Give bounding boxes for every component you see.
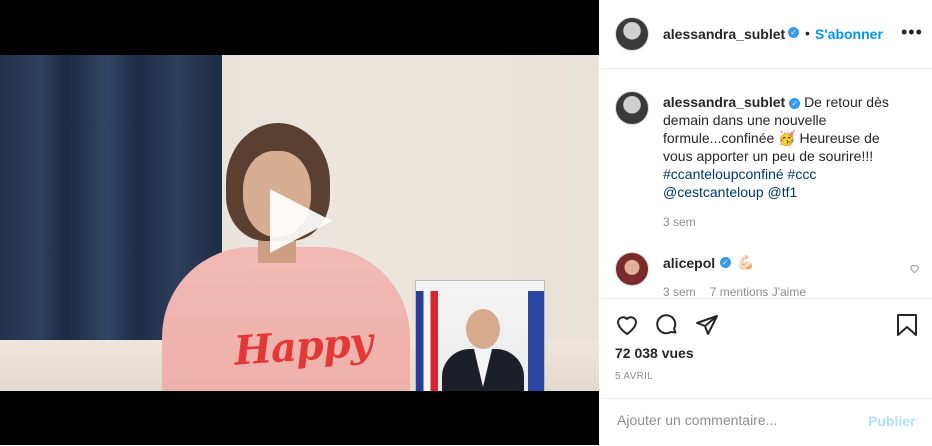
comment-likes-count[interactable]: 7 mentions J'aime <box>710 285 806 298</box>
comment-text: 💪🏻 <box>737 254 755 270</box>
post-caption: alessandra_sublet ✓ De retour dès demain … <box>663 93 911 201</box>
author-username[interactable]: alessandra_sublet <box>663 26 785 42</box>
separator-dot: • <box>805 25 810 41</box>
add-comment-bar: Publier <box>599 398 932 446</box>
commenter-avatar[interactable] <box>615 252 649 286</box>
bookmark-icon[interactable] <box>896 313 918 342</box>
verified-badge-icon: ✓ <box>788 27 799 38</box>
publish-button[interactable]: Publier <box>868 413 915 429</box>
french-flag <box>416 291 438 391</box>
play-icon[interactable] <box>270 189 332 253</box>
verified-badge-icon: ✓ <box>720 257 731 268</box>
caption-hashtags[interactable]: #ccanteloupconfiné #ccc @cestcanteloup @… <box>663 165 911 201</box>
heart-icon[interactable] <box>615 313 639 342</box>
follow-button[interactable]: S'abonner <box>815 26 883 42</box>
portrait-head <box>466 309 500 349</box>
more-options-icon[interactable]: ••• <box>901 22 923 43</box>
sweater-text: Happy <box>232 318 374 375</box>
caption-timestamp[interactable]: 3 sem <box>663 215 696 229</box>
comment-input[interactable] <box>615 411 859 429</box>
verified-badge-icon: ✓ <box>789 98 801 109</box>
comment-like-heart-icon[interactable] <box>909 263 920 277</box>
video-player[interactable]: Happy <box>0 0 599 445</box>
comment-meta: 3 sem 7 mentions J'aime <box>663 285 820 298</box>
post-actions: 72 038 vues 5 AVRIL <box>599 298 932 409</box>
post-side-panel: alessandra_sublet ✓ • S'abonner ••• ales… <box>599 0 932 445</box>
framed-portrait <box>415 280 545 391</box>
eu-flag <box>528 291 544 391</box>
caption-author-avatar[interactable] <box>615 91 649 125</box>
comment-username[interactable]: alicepol <box>663 255 715 271</box>
comment-bubble-icon[interactable] <box>655 313 679 342</box>
post-header: alessandra_sublet ✓ • S'abonner ••• <box>599 0 932 69</box>
author-avatar[interactable] <box>615 17 649 51</box>
post-date[interactable]: 5 AVRIL <box>615 371 653 382</box>
paper-plane-icon[interactable] <box>695 313 719 342</box>
view-count[interactable]: 72 038 vues <box>615 345 694 361</box>
caption-username[interactable]: alessandra_sublet <box>663 94 785 110</box>
comments-list[interactable]: alessandra_sublet ✓ De retour dès demain … <box>599 69 932 298</box>
comment-timestamp[interactable]: 3 sem <box>663 285 696 298</box>
